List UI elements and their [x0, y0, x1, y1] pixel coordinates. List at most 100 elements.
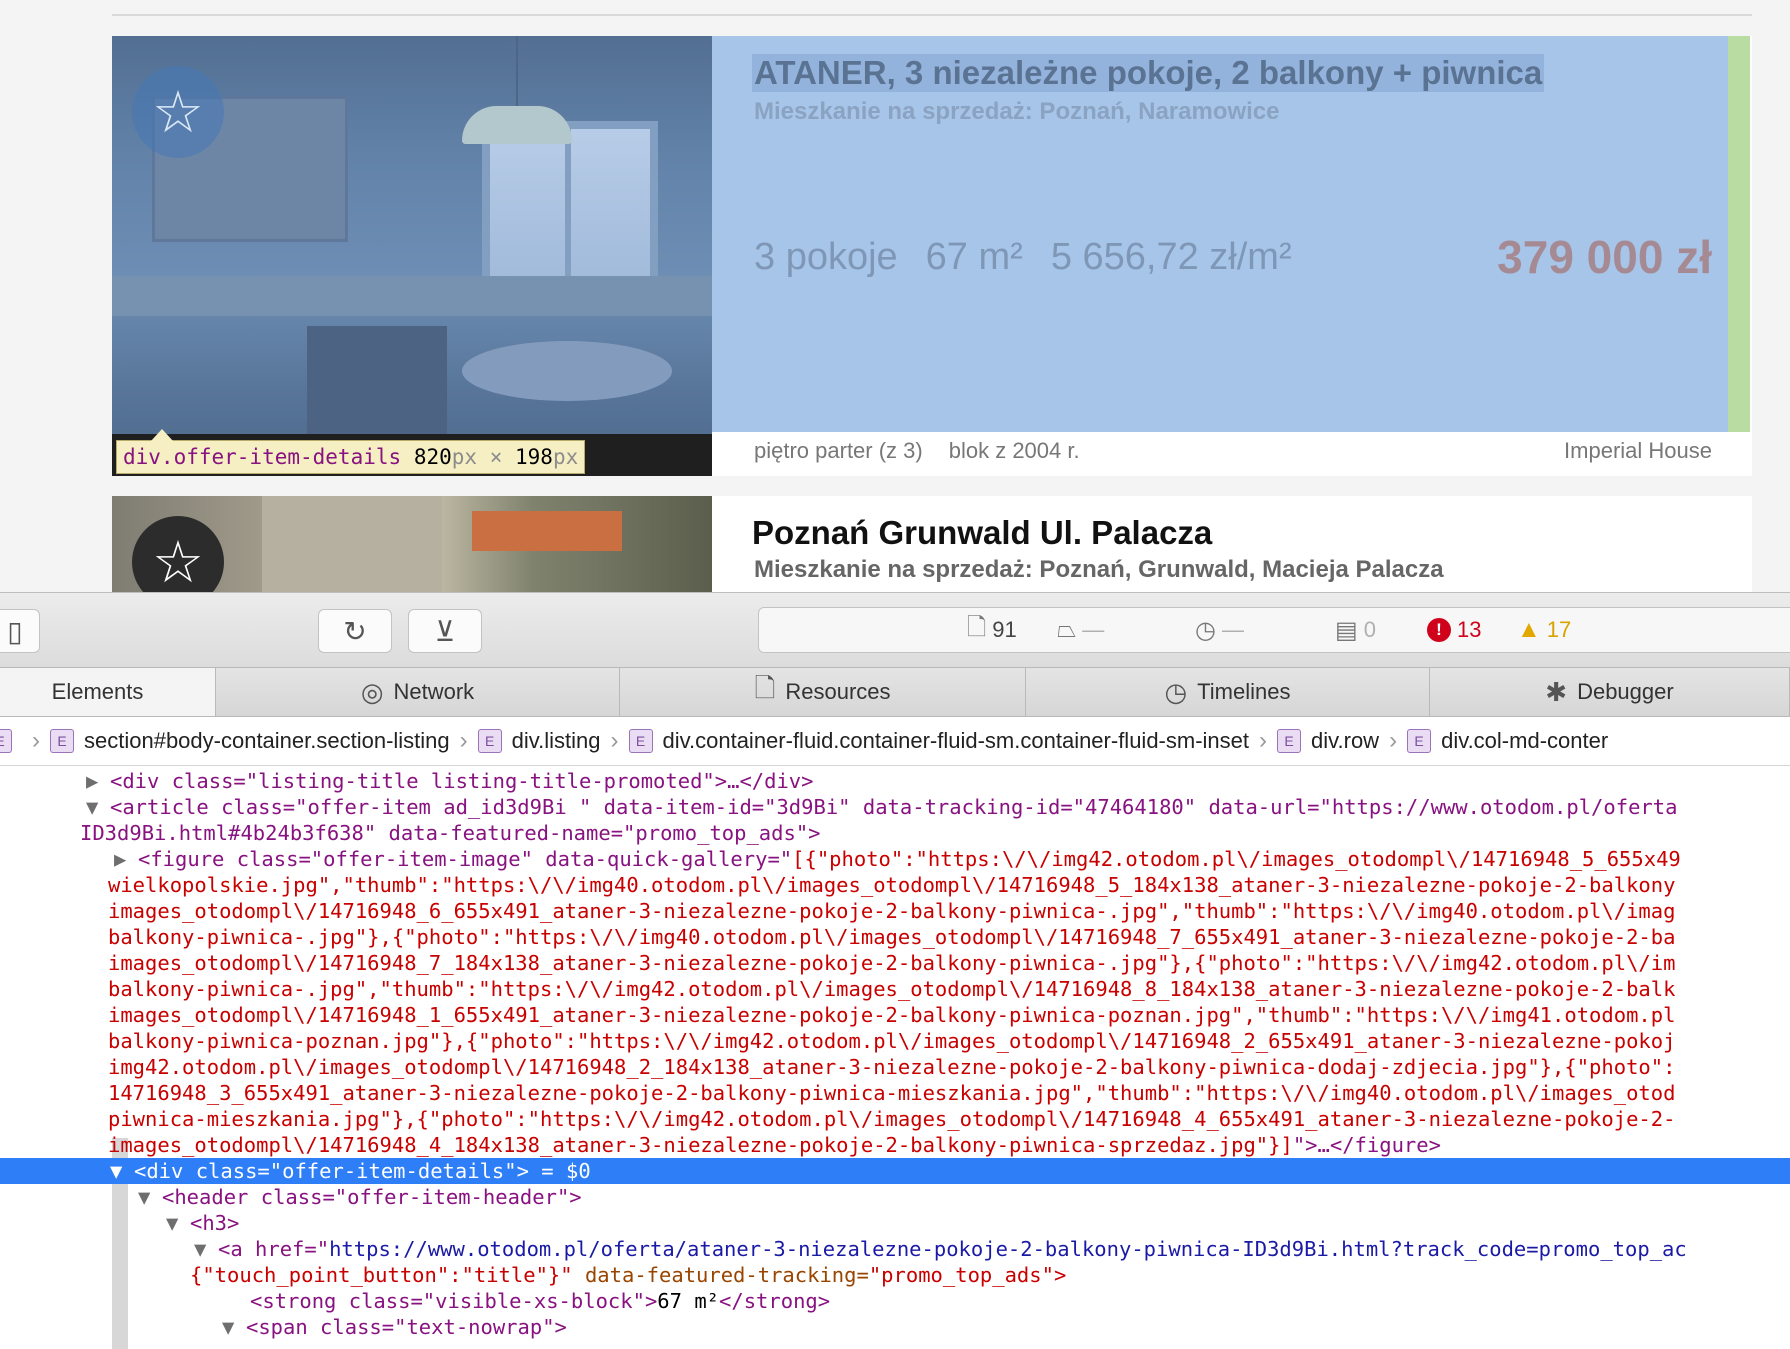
- dom-node[interactable]: ID3d9Bi.html#4b24b3f638" data-featured-n…: [0, 820, 1790, 846]
- dom-node-text: <article class="offer-item ad_id3d9Bi " …: [110, 795, 1678, 819]
- disclosure-triangle-icon[interactable]: ▼: [166, 1210, 190, 1236]
- dom-attr-line: balkony-piwnica-.jpg","thumb":"https:\/\…: [108, 977, 1676, 1001]
- clock-icon: ◷: [1164, 676, 1188, 707]
- errors-count: 13: [1457, 617, 1482, 642]
- tooltip-times: ×: [489, 445, 503, 469]
- load-size: —: [1082, 617, 1105, 642]
- tab-label: Debugger: [1577, 679, 1674, 704]
- dom-node[interactable]: <strong class="visible-xs-block">67 m²</…: [0, 1288, 1790, 1314]
- tab-elements[interactable]: Elements: [0, 668, 216, 716]
- offer-photo[interactable]: ☆: [112, 496, 712, 592]
- dom-attr-line: img42.otodom.pl\/images_otodompl\/147169…: [108, 1055, 1676, 1079]
- star-icon[interactable]: ☆: [132, 66, 224, 158]
- dom-node[interactable]: ▼ <header class="offer-item-header">: [0, 1184, 1790, 1210]
- dom-attr-line: wielkopolskie.jpg","thumb":"https:\/\/im…: [108, 873, 1676, 897]
- dom-attr-value: [{"photo":"https:\/\/img42.otodom.pl\/im…: [792, 847, 1681, 871]
- warnings-count: 17: [1546, 617, 1572, 642]
- disclosure-triangle-icon[interactable]: ▼: [86, 794, 110, 820]
- offer-area: 67 m²: [925, 236, 1023, 278]
- divider: [112, 14, 1752, 16]
- logs-stat[interactable]: ▤ 0: [1335, 608, 1376, 652]
- chevron-right-icon: ›: [459, 727, 468, 754]
- offer-item-details: ATANER, 3 niezależne pokoje, 2 balkony +…: [712, 36, 1752, 476]
- tab-label: Resources: [785, 679, 891, 704]
- tab-timelines[interactable]: ◷ Timelines: [1026, 668, 1430, 716]
- dom-node-text: <div class="offer-item-details">: [134, 1159, 529, 1183]
- dom-node-selected[interactable]: ▼ <div class="offer-item-details"> = $0: [0, 1158, 1790, 1184]
- balcony: [472, 511, 622, 551]
- tooltip-width: 820: [413, 445, 452, 469]
- disclosure-triangle-icon[interactable]: ▶: [114, 846, 138, 872]
- tab-label: Network: [393, 679, 475, 704]
- breadcrumb-label: div.listing: [511, 728, 601, 753]
- chevron-right-icon: ›: [1389, 727, 1398, 754]
- console-ref: = $0: [528, 1159, 591, 1183]
- tooltip-selector: div.offer-item-details: [123, 445, 402, 469]
- breadcrumb-item[interactable]: Ediv.col-md-conter: [1407, 728, 1608, 754]
- breadcrumb-label: div.container-fluid.container-fluid-sm.c…: [662, 728, 1250, 753]
- breadcrumb-label: div.col-md-conter: [1441, 728, 1609, 753]
- load-time-stat[interactable]: ◷ —: [1195, 608, 1244, 652]
- dom-node-text: <header class="offer-item-header">: [162, 1185, 582, 1209]
- resources-stat[interactable]: 🗋 91: [967, 608, 1017, 652]
- breadcrumb-item[interactable]: Esection#body-container.section-listing ›: [50, 727, 468, 755]
- log-icon: ▤: [1335, 616, 1358, 644]
- warning-icon: ▲: [1517, 616, 1541, 643]
- disclosure-triangle-icon[interactable]: ▼: [194, 1236, 218, 1262]
- dom-node[interactable]: ▼ <span class="text-nowrap">: [0, 1314, 1790, 1340]
- dom-node-text: </strong>: [719, 1289, 831, 1313]
- dom-node[interactable]: ▶ <figure class="offer-item-image" data-q…: [0, 846, 1790, 872]
- element-icon: E: [477, 729, 502, 753]
- web-inspector: ▯ ↻ ⊻ 🗋 91 ⏢ — ◷ — ▤ 0 ! 13 ▲ 17 Elements ◎ Net…: [0, 592, 1790, 1349]
- dom-attr-line: images_otodompl\/14716948_6_655x491_atan…: [108, 899, 1676, 923]
- offer-agency[interactable]: Imperial House: [1564, 438, 1712, 464]
- dom-attr-line: images_otodompl\/14716948_1_655x491_atan…: [108, 1003, 1676, 1027]
- padding-highlight: [1728, 36, 1750, 432]
- star-icon[interactable]: ☆: [132, 516, 224, 592]
- dashboard[interactable]: 🗋 91 ⏢ — ◷ — ▤ 0 ! 13 ▲ 17: [758, 607, 1790, 653]
- dom-attr-line: {"touch_point_button":"title"}" data-fea…: [0, 1262, 1790, 1288]
- disclosure-triangle-icon[interactable]: ▶: [86, 768, 110, 794]
- disclosure-triangle-icon[interactable]: ▼: [222, 1314, 246, 1340]
- dom-attr-line: images_otodompl\/14716948_7_184x138_atan…: [108, 951, 1676, 975]
- offer-photo[interactable]: ☆ div.offer-item-details 820px × 198px: [112, 36, 712, 476]
- tab-resources[interactable]: 🗋 Resources: [620, 668, 1026, 716]
- dock-icon[interactable]: ▯: [0, 609, 40, 653]
- load-time: —: [1221, 617, 1244, 642]
- disclosure-triangle-icon[interactable]: ▼: [110, 1158, 134, 1184]
- dom-node-text: <strong class="visible-xs-block">: [250, 1289, 658, 1313]
- dom-attr-line: balkony-piwnica-.jpg"},{"photo":"https:\…: [108, 925, 1676, 949]
- breadcrumb-item[interactable]: Ediv.row ›: [1277, 727, 1397, 755]
- element-icon: E: [1277, 729, 1302, 753]
- tab-debugger[interactable]: ✱ Debugger: [1430, 668, 1790, 716]
- dom-link[interactable]: https://www.otodom.pl/oferta/ataner-3-ni…: [329, 1237, 1687, 1261]
- dom-node[interactable]: ▼ <article class="offer-item ad_id3d9Bi "…: [0, 794, 1790, 820]
- breadcrumb-item[interactable]: Ediv.container-fluid.container-fluid-sm.…: [628, 727, 1267, 755]
- breadcrumb-item[interactable]: Ediv.listing ›: [477, 727, 619, 755]
- dom-node-text: <h3>: [190, 1211, 240, 1235]
- dom-node[interactable]: ▼ <a href="https://www.otodom.pl/oferta/a…: [0, 1236, 1790, 1262]
- offer-item[interactable]: ☆ Poznań Grunwald Ul. Palacza Mieszkanie…: [112, 496, 1752, 592]
- errors-stat[interactable]: ! 13: [1427, 608, 1481, 652]
- load-size-stat[interactable]: ⏢ —: [1057, 608, 1104, 652]
- breadcrumb-item[interactable]: E›: [0, 727, 40, 755]
- dom-node[interactable]: ▶ <div class="listing-title listing-title…: [0, 768, 1790, 794]
- dom-node[interactable]: ▼ <h3>: [0, 1210, 1790, 1236]
- inspector-tooltip: div.offer-item-details 820px × 198px: [112, 429, 712, 476]
- warnings-stat[interactable]: ▲ 17: [1517, 608, 1571, 652]
- reload-icon[interactable]: ↻: [318, 609, 392, 653]
- offer-title[interactable]: ATANER, 3 niezależne pokoje, 2 balkony +…: [752, 54, 1545, 92]
- offer-price-per-m2: 5 656,72 zł/m²: [1050, 236, 1292, 278]
- download-icon[interactable]: ⊻: [408, 609, 482, 653]
- dom-tree[interactable]: ▶ <div class="listing-title listing-title…: [0, 766, 1790, 1349]
- offer-title[interactable]: Poznań Grunwald Ul. Palacza: [752, 514, 1212, 552]
- tab-network[interactable]: ◎ Network: [216, 668, 620, 716]
- dom-node-text: ">…</figure>: [1292, 1133, 1441, 1157]
- element-icon: E: [628, 729, 653, 753]
- offer-item[interactable]: ☆ div.offer-item-details 820px × 198px A…: [112, 36, 1752, 476]
- breadcrumb-label: section#body-container.section-listing: [84, 728, 450, 753]
- dom-node-text: <div class="listing-title listing-title-…: [110, 769, 814, 793]
- offer-price: 379 000 zł: [1497, 231, 1712, 283]
- disclosure-triangle-icon[interactable]: ▼: [138, 1184, 162, 1210]
- network-icon: ◎: [360, 676, 384, 707]
